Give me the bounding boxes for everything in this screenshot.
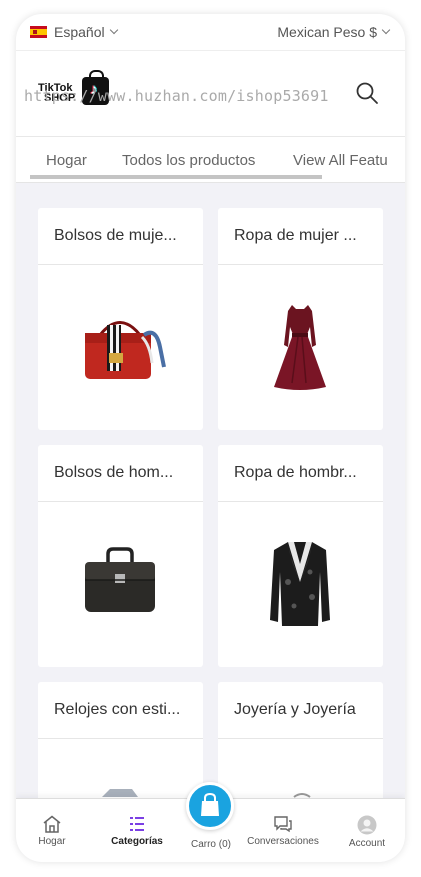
category-card[interactable]: Bolsos de hom... [38, 445, 203, 667]
chevron-down-icon [381, 25, 391, 35]
nav-conversations-label: Conversaciones [247, 836, 319, 847]
category-tabs: Hogar Todos los productos View All Featu [16, 137, 405, 183]
category-card[interactable]: Ropa de hombr... [218, 445, 383, 667]
chevron-down-icon [109, 25, 118, 35]
nav-account[interactable]: Account [327, 815, 405, 849]
nav-categories[interactable]: Categorías [97, 815, 177, 847]
nav-home[interactable]: Hogar [16, 815, 92, 847]
category-card[interactable]: Joyería y Joyería [218, 682, 383, 803]
category-title: Ropa de hombr... [218, 445, 383, 502]
category-grid: Bolsos de muje... Ropa de mujer ... Bols… [16, 183, 405, 803]
category-title: Joyería y Joyería [218, 682, 383, 739]
watermark-text: https://www.huzhan.com/ishop53691 [24, 87, 329, 105]
briefcase-image [38, 502, 203, 667]
search-icon[interactable] [355, 81, 379, 105]
category-title: Ropa de mujer ... [218, 208, 383, 265]
blazer-image [218, 502, 383, 667]
cart-button[interactable] [186, 782, 234, 830]
nav-account-label: Account [348, 838, 386, 849]
tab-hogar[interactable]: Hogar [46, 152, 87, 169]
dress-image [218, 265, 383, 430]
category-card[interactable]: Relojes con esti... [38, 682, 203, 803]
language-label: Español [54, 24, 105, 40]
bottom-navigation: Hogar Categorías Carro (0) Conversacione… [16, 782, 405, 862]
language-selector[interactable]: Español [30, 24, 118, 40]
spain-flag-icon [30, 26, 47, 38]
cart-label[interactable]: Carro (0) [171, 839, 251, 850]
nav-home-label: Hogar [38, 836, 66, 847]
home-icon [43, 815, 61, 833]
currency-selector[interactable]: Mexican Peso $ [277, 24, 391, 40]
chat-icon [274, 816, 292, 833]
category-title: Bolsos de hom... [38, 445, 203, 502]
category-title: Relojes con esti... [38, 682, 203, 739]
top-bar: Español Mexican Peso $ [16, 14, 405, 51]
tab-todos-los-productos[interactable]: Todos los productos [122, 152, 255, 169]
nav-categories-label: Categorías [111, 836, 163, 847]
category-card[interactable]: Ropa de mujer ... [218, 208, 383, 430]
header: TikTok SHOP https://www.huzhan.com/ishop… [16, 51, 405, 137]
currency-label: Mexican Peso $ [277, 24, 377, 40]
shopping-bag-icon [201, 792, 219, 816]
category-card[interactable]: Bolsos de muje... [38, 208, 203, 430]
tab-view-all-featured[interactable]: View All Featu [293, 152, 388, 169]
tabs-scrollbar[interactable] [30, 175, 322, 179]
jewelry-image [218, 739, 383, 803]
watch-image [38, 739, 203, 803]
category-title: Bolsos de muje... [38, 208, 203, 265]
handbag-image [38, 265, 203, 430]
list-icon [130, 817, 144, 831]
phone-frame: Español Mexican Peso $ TikTok SHOP https… [16, 14, 405, 862]
avatar-icon [357, 815, 377, 835]
nav-conversations[interactable]: Conversaciones [243, 815, 323, 847]
